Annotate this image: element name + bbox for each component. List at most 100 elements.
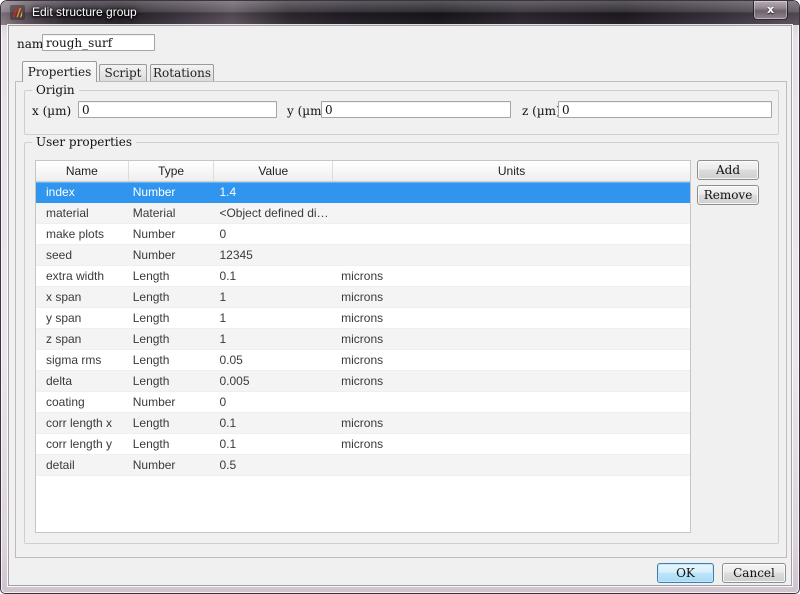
add-button-label: Add <box>715 163 741 177</box>
cell-value: 0 <box>219 395 227 409</box>
table-row[interactable]: index Number 1.4 <box>36 182 690 203</box>
cell-units: microns <box>341 437 384 451</box>
cell-value: 0.005 <box>219 374 250 388</box>
cell-type: Material <box>132 206 176 220</box>
dialog-client-area: name Properties Script Rotations Origin … <box>8 25 792 586</box>
table-row[interactable]: x span Length 1 microns <box>36 287 690 308</box>
cell-type: Number <box>132 227 176 241</box>
cell-value: 1 <box>219 332 227 346</box>
cell-name: seed <box>46 248 73 262</box>
properties-tab-pane: Origin x (µm) y (µm) z (µm) User propert… <box>15 81 787 558</box>
cell-name: coating <box>46 395 85 409</box>
column-header-units[interactable]: Units <box>333 161 690 181</box>
table-row[interactable]: delta Length 0.005 microns <box>36 371 690 392</box>
user-properties-title: User properties <box>32 135 137 149</box>
cell-type: Length <box>132 311 170 325</box>
name-input[interactable] <box>42 34 155 51</box>
cell-type: Length <box>132 416 170 430</box>
cell-name: extra width <box>46 269 105 283</box>
cell-value: 12345 <box>219 248 253 262</box>
window-title: Edit structure group <box>32 5 137 19</box>
cell-type: Length <box>132 290 170 304</box>
cell-type: Length <box>132 269 170 283</box>
cell-type: Length <box>132 437 170 451</box>
table-header[interactable]: Name Type Value Units <box>36 161 690 182</box>
cell-value: 0.5 <box>219 458 237 472</box>
user-properties-groupbox: User properties Name Type Value Units in… <box>24 135 779 544</box>
cell-value: 0 <box>219 227 227 241</box>
cell-units: microns <box>341 311 384 325</box>
close-button[interactable]: x <box>753 1 788 20</box>
table-row[interactable]: material Material <Object defined diel... <box>36 203 690 224</box>
table-row[interactable]: make plots Number 0 <box>36 224 690 245</box>
cell-name: corr length x <box>46 416 113 430</box>
table-row[interactable]: detail Number 0.5 <box>36 455 690 476</box>
cancel-button-label: Cancel <box>733 566 775 580</box>
column-header-name[interactable]: Name <box>36 161 129 181</box>
table-row[interactable]: seed Number 12345 <box>36 245 690 266</box>
table-row[interactable]: z span Length 1 microns <box>36 329 690 350</box>
tab-properties[interactable]: Properties <box>22 61 97 82</box>
title-bar[interactable]: Edit structure group x <box>1 1 799 25</box>
cell-name: detail <box>46 458 75 472</box>
cell-name: index <box>46 185 75 199</box>
cell-name: corr length y <box>46 437 113 451</box>
cell-value: 1.4 <box>219 185 237 199</box>
cell-name: material <box>46 206 89 220</box>
edit-structure-group-dialog: Edit structure group x name Properties S… <box>0 0 800 594</box>
cell-type: Length <box>132 332 170 346</box>
cell-units: microns <box>341 290 384 304</box>
cell-units: microns <box>341 332 384 346</box>
remove-button-label: Remove <box>703 188 753 202</box>
table-row[interactable]: coating Number 0 <box>36 392 690 413</box>
tab-rotations[interactable]: Rotations <box>150 64 214 82</box>
cell-units: microns <box>341 269 384 283</box>
table-row[interactable]: corr length y Length 0.1 microns <box>36 434 690 455</box>
column-header-type[interactable]: Type <box>129 161 215 181</box>
cell-name: x span <box>46 290 82 304</box>
cell-value: 1 <box>219 290 227 304</box>
tab-script-label: Script <box>104 66 142 80</box>
origin-z-input[interactable] <box>558 101 772 118</box>
cell-name: y span <box>46 311 82 325</box>
origin-x-label: x (µm) <box>32 104 72 118</box>
close-icon: x <box>766 3 775 16</box>
cell-name: make plots <box>46 227 105 241</box>
origin-groupbox: Origin x (µm) y (µm) z (µm) <box>24 83 779 135</box>
remove-button[interactable]: Remove <box>697 185 759 205</box>
cell-value: 0.05 <box>219 353 243 367</box>
properties-table: Name Type Value Units index Number 1.4 mate… <box>35 160 691 533</box>
cell-type: Number <box>132 185 176 199</box>
cell-units: microns <box>341 416 384 430</box>
tab-properties-label: Properties <box>27 65 92 79</box>
table-row[interactable]: extra width Length 0.1 microns <box>36 266 690 287</box>
cell-name: z span <box>46 332 82 346</box>
ok-button[interactable]: OK <box>657 563 714 583</box>
origin-title: Origin <box>32 83 79 97</box>
column-header-value[interactable]: Value <box>214 161 334 181</box>
add-button[interactable]: Add <box>697 160 759 180</box>
cancel-button[interactable]: Cancel <box>722 563 786 583</box>
tab-rotations-label: Rotations <box>152 66 211 80</box>
cell-type: Length <box>132 374 170 388</box>
ok-button-label: OK <box>676 566 695 580</box>
cell-type: Number <box>132 395 176 409</box>
table-row[interactable]: y span Length 1 microns <box>36 308 690 329</box>
cell-value: 0.1 <box>219 269 237 283</box>
tab-script[interactable]: Script <box>99 64 147 82</box>
table-body: index Number 1.4 material Material <Object de… <box>36 182 690 476</box>
cell-units: microns <box>341 374 384 388</box>
cell-units: microns <box>341 353 384 367</box>
origin-y-input[interactable] <box>321 101 511 118</box>
cell-type: Number <box>132 248 176 262</box>
table-row[interactable]: sigma rms Length 0.05 microns <box>36 350 690 371</box>
cell-value: 0.1 <box>219 416 237 430</box>
cell-value: 0.1 <box>219 437 237 451</box>
origin-x-input[interactable] <box>78 101 277 118</box>
table-row[interactable]: corr length x Length 0.1 microns <box>36 413 690 434</box>
cell-type: Length <box>132 353 170 367</box>
cell-value: 1 <box>219 311 227 325</box>
cell-type: Number <box>132 458 176 472</box>
app-icon <box>10 5 25 20</box>
cell-value: <Object defined diel... <box>219 206 334 220</box>
